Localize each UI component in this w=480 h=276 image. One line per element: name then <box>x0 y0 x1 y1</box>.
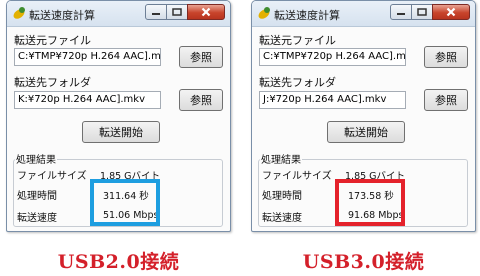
destination-folder-input[interactable]: K:¥720p H.264 AAC].mkv <box>14 91 161 109</box>
source-file-input[interactable]: C:¥TMP¥720p H.264 AAC].mkv <box>14 48 161 66</box>
result-highlight-box <box>335 179 405 226</box>
source-file-input[interactable]: C:¥TMP¥720p H.264 AAC].mkv <box>259 48 406 66</box>
start-transfer-button[interactable]: 転送開始 <box>82 121 160 143</box>
source-file-label: 転送元ファイル <box>259 34 336 47</box>
destination-folder-label: 転送先フォルダ <box>259 76 336 89</box>
caption-usb3: USB3.0接続 <box>302 251 425 273</box>
processing-time-label: 処理時間 <box>262 191 302 202</box>
browse-destination-button[interactable]: 参照 <box>179 89 223 111</box>
close-button[interactable] <box>432 4 470 20</box>
app-icon <box>258 7 270 19</box>
close-icon <box>446 7 456 17</box>
transfer-speed-label: 転送速度 <box>262 213 302 224</box>
maximize-icon <box>417 8 427 16</box>
minimize-button[interactable] <box>145 4 167 20</box>
minimize-icon <box>397 13 405 15</box>
browse-source-button[interactable]: 参照 <box>179 46 223 68</box>
close-button[interactable] <box>187 4 225 20</box>
window-title: 転送速度計算 <box>274 9 340 22</box>
app-icon <box>13 7 25 19</box>
start-transfer-button[interactable]: 転送開始 <box>327 121 405 143</box>
result-highlight-box <box>90 179 160 226</box>
maximize-button[interactable] <box>166 4 188 20</box>
result-group-title: 処理結果 <box>260 151 302 166</box>
title-bar[interactable]: 転送速度計算 <box>252 1 475 27</box>
title-bar[interactable]: 転送速度計算 <box>7 1 230 27</box>
browse-source-button[interactable]: 参照 <box>424 46 468 68</box>
destination-folder-input[interactable]: J:¥720p H.264 AAC].mkv <box>259 91 406 109</box>
result-group-title: 処理結果 <box>15 151 57 166</box>
minimize-icon <box>152 13 160 15</box>
file-size-label: ファイルサイズ <box>262 171 332 182</box>
transfer-window-usb2: 転送速度計算 転送元ファイル C:¥TMP¥720p H.264 AAC].mk… <box>6 0 231 232</box>
close-icon <box>201 7 211 17</box>
browse-destination-button[interactable]: 参照 <box>424 89 468 111</box>
transfer-window-usb3: 転送速度計算 転送元ファイル C:¥TMP¥720p H.264 AAC].mk… <box>251 0 476 232</box>
source-file-label: 転送元ファイル <box>14 34 91 47</box>
processing-time-label: 処理時間 <box>17 191 57 202</box>
destination-folder-label: 転送先フォルダ <box>14 76 91 89</box>
transfer-speed-label: 転送速度 <box>17 213 57 224</box>
caption-usb2: USB2.0接続 <box>57 251 180 273</box>
maximize-button[interactable] <box>411 4 433 20</box>
minimize-button[interactable] <box>390 4 412 20</box>
window-title: 転送速度計算 <box>29 9 95 22</box>
file-size-label: ファイルサイズ <box>17 171 87 182</box>
maximize-icon <box>172 8 182 16</box>
